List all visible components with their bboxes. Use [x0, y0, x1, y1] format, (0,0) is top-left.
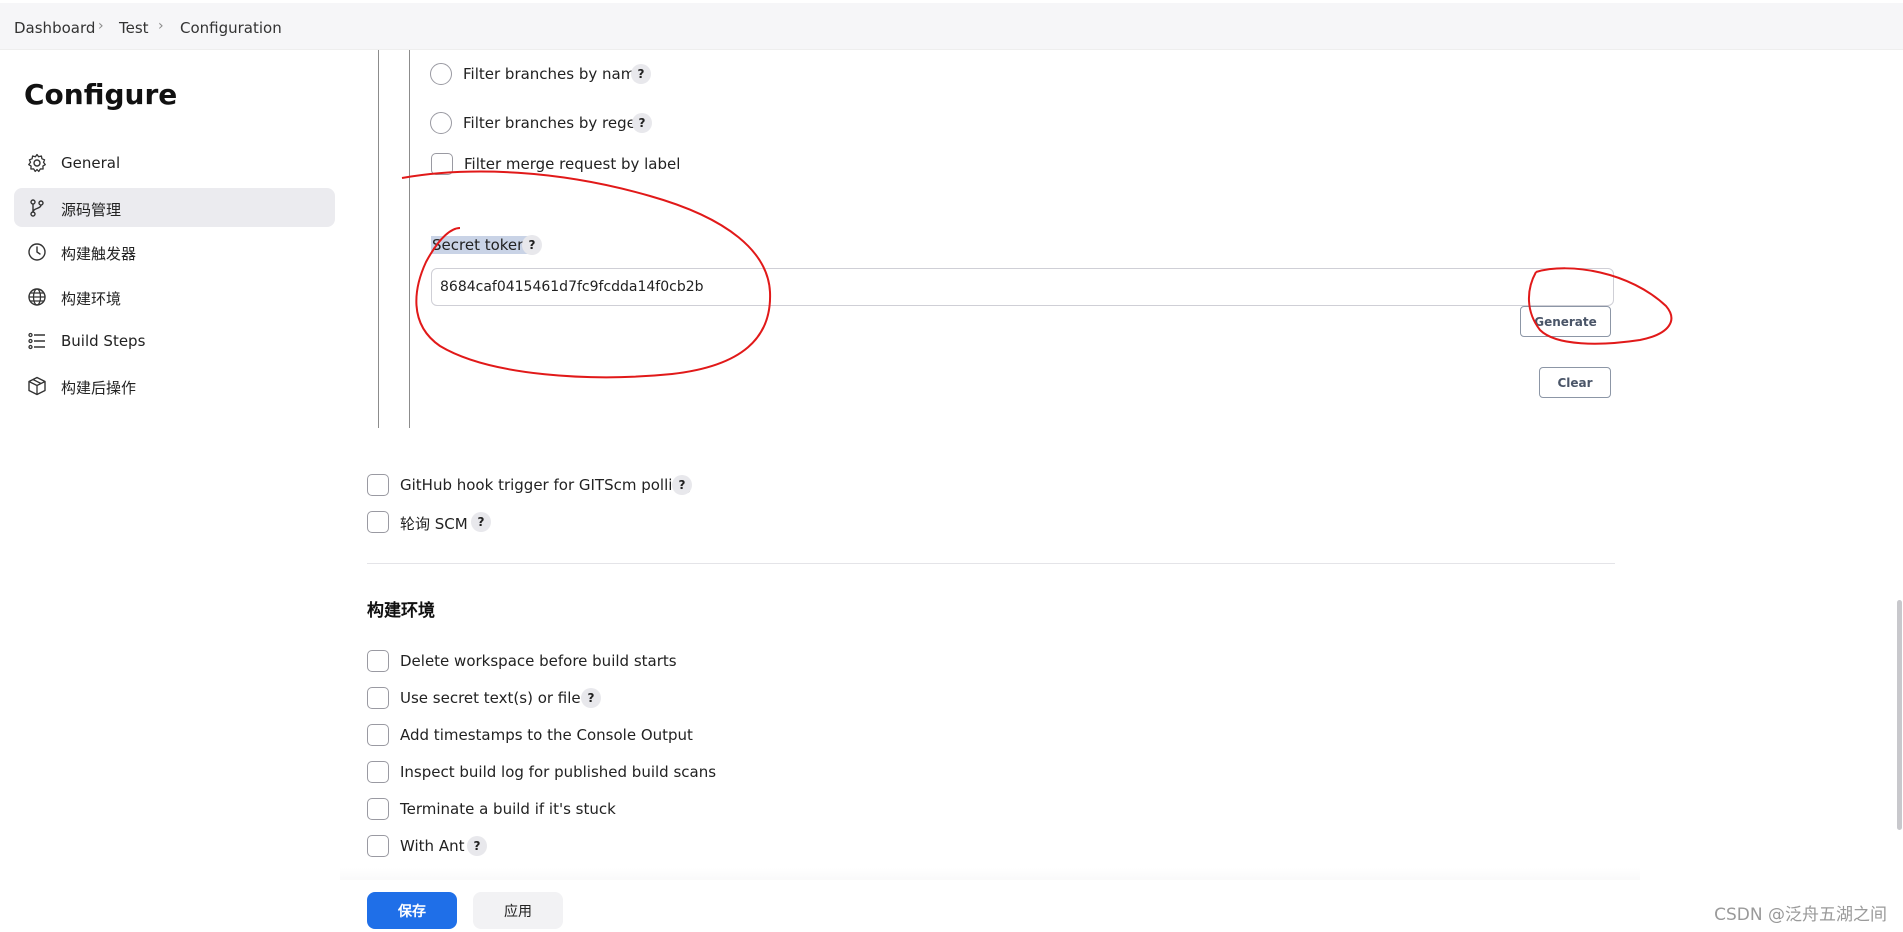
delete-workspace-label: Delete workspace before build starts	[400, 652, 677, 670]
sidebar-item-scm[interactable]: 源码管理	[14, 188, 335, 227]
save-button[interactable]: 保存	[367, 892, 457, 929]
sidebar-item-label: 构建后操作	[61, 379, 137, 397]
watermark: CSDN @泛舟五湖之间	[1714, 905, 1887, 925]
github-hook-checkbox[interactable]	[367, 474, 389, 496]
sidebar-item-build-steps[interactable]: Build Steps	[14, 321, 335, 360]
timestamps-checkbox[interactable]	[367, 724, 389, 746]
breadcrumb-configuration[interactable]: Configuration	[180, 19, 282, 37]
help-icon[interactable]: ?	[522, 235, 542, 255]
nested-guide-line	[409, 50, 410, 428]
poll-scm-checkbox[interactable]	[367, 511, 389, 533]
annotation-overlay	[401, 170, 1673, 379]
sidebar-item-label: 构建环境	[61, 290, 122, 308]
inspect-build-log-checkbox[interactable]	[367, 761, 389, 783]
sidebar-item-build-environment[interactable]: 构建环境	[14, 277, 335, 316]
github-hook-label: GitHub hook trigger for GITScm polling	[400, 476, 692, 494]
filter-by-regex-radio[interactable]	[430, 112, 452, 134]
poll-scm-label: 轮询 SCM	[400, 515, 468, 533]
secret-token-input[interactable]	[431, 268, 1614, 306]
inspect-build-log-label: Inspect build log for published build sc…	[400, 763, 717, 781]
branch-icon	[30, 199, 44, 217]
apply-button[interactable]: 应用	[473, 892, 563, 929]
secret-files-label: Use secret text(s) or file(s)	[400, 689, 601, 707]
with-ant-label: With Ant	[400, 837, 465, 855]
filter-merge-label-label: Filter merge request by label	[464, 155, 681, 173]
section-guide-line	[378, 50, 379, 428]
clock-icon	[28, 243, 46, 261]
breadcrumb-chevron-icon: ›	[158, 18, 164, 34]
filter-by-name-label: Filter branches by name	[463, 65, 645, 83]
build-env-title: 构建环境	[367, 601, 435, 621]
secret-files-checkbox[interactable]	[367, 687, 389, 709]
breadcrumb: Dashboard › Test › Configuration	[0, 3, 1903, 50]
generate-button[interactable]: Generate	[1520, 306, 1611, 337]
list-icon	[28, 332, 45, 350]
cube-icon	[28, 376, 46, 396]
scrollbar-thumb[interactable]	[1897, 600, 1902, 830]
sidebar-item-label: 构建触发器	[61, 245, 137, 263]
terminate-stuck-checkbox[interactable]	[367, 798, 389, 820]
sidebar-item-general[interactable]: General	[14, 143, 335, 182]
filter-by-name-radio[interactable]	[430, 63, 452, 85]
breadcrumb-chevron-icon: ›	[98, 18, 104, 34]
help-icon[interactable]: ?	[632, 113, 652, 133]
delete-workspace-checkbox[interactable]	[367, 650, 389, 672]
help-icon[interactable]: ?	[471, 512, 491, 532]
clear-button[interactable]: Clear	[1539, 367, 1611, 398]
help-icon[interactable]: ?	[631, 64, 651, 84]
sidebar-item-label: Build Steps	[61, 332, 146, 350]
section-divider	[367, 563, 1615, 564]
secret-token-label: Secret token	[431, 236, 528, 254]
with-ant-checkbox[interactable]	[367, 835, 389, 857]
sidebar-item-label: 源码管理	[61, 201, 122, 219]
filter-merge-label-checkbox[interactable]	[431, 153, 453, 175]
help-icon[interactable]: ?	[672, 475, 692, 495]
help-icon[interactable]: ?	[467, 836, 487, 856]
breadcrumb-test[interactable]: Test	[119, 19, 149, 37]
bottom-action-bar	[0, 880, 1903, 932]
sidebar-item-label: General	[61, 154, 121, 172]
configure-page: Dashboard › Test › Configuration Configu…	[0, 0, 1903, 932]
timestamps-label: Add timestamps to the Console Output	[400, 726, 693, 744]
breadcrumb-dashboard[interactable]: Dashboard	[14, 19, 95, 37]
filter-by-regex-label: Filter branches by regex	[463, 114, 645, 132]
terminate-stuck-label: Terminate a build if it's stuck	[400, 800, 616, 818]
sidebar-title: Configure	[24, 78, 178, 111]
sidebar-item-post-build[interactable]: 构建后操作	[14, 366, 335, 405]
globe-icon	[28, 288, 46, 306]
sidebar-item-build-triggers[interactable]: 构建触发器	[14, 232, 335, 271]
help-icon[interactable]: ?	[581, 688, 601, 708]
gear-icon	[28, 153, 46, 173]
